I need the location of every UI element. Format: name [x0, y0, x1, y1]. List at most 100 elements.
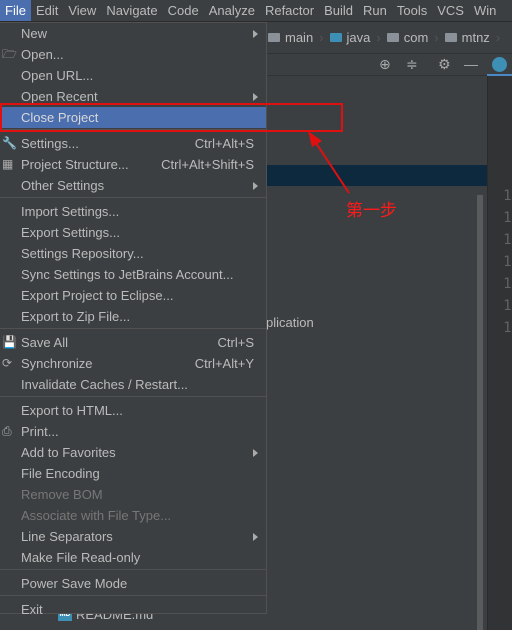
menu-item-export-to-zip-file[interactable]: Export to Zip File... — [0, 306, 266, 327]
menu-item-label: Line Separators — [21, 529, 113, 544]
menu-item-label: Remove BOM — [21, 487, 103, 502]
menu-item-label: Settings Repository... — [21, 246, 144, 261]
menu-item-label: Exit — [21, 602, 43, 617]
breadcrumb: main › java › com › mtnz › — [266, 22, 512, 54]
menu-tools[interactable]: Tools — [392, 0, 432, 21]
folder-icon — [268, 33, 280, 42]
menu-item-label: Open URL... — [21, 68, 94, 83]
breadcrumb-separator: › — [495, 30, 501, 45]
selected-tree-row[interactable] — [266, 165, 487, 186]
shortcut-label: Ctrl+Alt+S — [194, 136, 254, 151]
class-file-icon — [492, 57, 507, 72]
breadcrumb-label: mtnz — [461, 30, 490, 45]
menu-item-line-separators[interactable]: Line Separators — [0, 526, 266, 547]
menu-item-label: New — [21, 26, 48, 41]
menu-win[interactable]: Win — [469, 0, 501, 21]
menu-item-label: Invalidate Caches / Restart... — [21, 377, 188, 392]
menu-view[interactable]: View — [63, 0, 101, 21]
submenu-arrow-icon — [253, 182, 258, 190]
menu-item-label: Make File Read-only — [21, 550, 141, 565]
breadcrumb-separator: › — [434, 30, 439, 45]
menu-item-other-settings[interactable]: Other Settings — [0, 175, 266, 196]
gear-icon[interactable]: ⚙ — [438, 56, 451, 73]
menu-item-label: Export Project to Eclipse... — [21, 288, 174, 303]
scrollbar[interactable] — [477, 195, 483, 630]
menu-item-invalidate-caches-restart[interactable]: Invalidate Caches / Restart... — [0, 374, 266, 395]
menu-item-settings-repository[interactable]: Settings Repository... — [0, 243, 266, 264]
collapse-all-icon[interactable]: ≑ — [406, 56, 418, 73]
shortcut-label: Ctrl+Alt+Shift+S — [161, 157, 254, 172]
tree-item-text[interactable]: plication — [266, 315, 314, 330]
breadcrumb-separator: › — [319, 30, 324, 45]
menu-item-open[interactable]: 🗁 Open... — [0, 44, 266, 65]
folder-icon — [329, 33, 342, 42]
menu-item-new[interactable]: New — [0, 23, 266, 44]
menu-item-add-to-favorites[interactable]: Add to Favorites — [0, 442, 266, 463]
folder-open-icon: 🗁 — [2, 47, 17, 61]
menu-item-sync-settings-to-jetbrains-account[interactable]: Sync Settings to JetBrains Account... — [0, 264, 266, 285]
menu-item-import-settings[interactable]: Import Settings... — [0, 201, 266, 222]
menu-analyze[interactable]: Analyze — [204, 0, 260, 21]
menu-run[interactable]: Run — [358, 0, 392, 21]
menu-item-label: Print... — [21, 424, 59, 439]
menu-item-project-structure[interactable]: ▦ Project Structure... Ctrl+Alt+Shift+S — [0, 154, 266, 175]
menu-item-label: Settings... — [21, 136, 79, 151]
menu-refactor[interactable]: Refactor — [260, 0, 319, 21]
sync-icon: ⟳ — [2, 356, 13, 370]
line-gutter: 1238910111213141718 — [487, 76, 512, 630]
project-toolbar: ⊕ ≑ ⚙ — — [266, 54, 487, 76]
editor-tab[interactable] — [487, 54, 512, 76]
menu-item-label: Power Save Mode — [21, 576, 128, 591]
save-icon: 💾 — [2, 335, 17, 349]
menu-navigate[interactable]: Navigate — [101, 0, 162, 21]
shortcut-label: Ctrl+S — [217, 335, 254, 350]
menu-item-power-save-mode[interactable]: Power Save Mode — [0, 573, 266, 594]
breadcrumb-item[interactable]: com — [386, 30, 428, 45]
annotation-label: 第一步 — [346, 201, 397, 221]
submenu-arrow-icon — [253, 533, 258, 541]
print-icon: ⎙ — [2, 424, 12, 438]
menu-build[interactable]: Build — [319, 0, 358, 21]
menu-item-make-file-read-only[interactable]: Make File Read-only — [0, 547, 266, 568]
menu-edit[interactable]: Edit — [31, 0, 63, 21]
menu-item-synchronize[interactable]: ⟳ Synchronize Ctrl+Alt+Y — [0, 353, 266, 374]
submenu-arrow-icon — [253, 30, 258, 38]
submenu-arrow-icon — [253, 93, 258, 101]
line-number: 18 — [503, 320, 512, 336]
menu-item-open-url[interactable]: Open URL... — [0, 65, 266, 86]
breadcrumb-label: main — [285, 30, 314, 45]
folder-icon — [386, 33, 399, 42]
breadcrumb-separator: › — [376, 30, 381, 45]
line-number: 12 — [503, 232, 512, 248]
menu-bar: File Edit View Navigate Code Analyze Refactor B… — [0, 0, 512, 22]
menu-item-label: File Encoding — [21, 466, 100, 481]
locate-icon[interactable]: ⊕ — [379, 56, 391, 73]
menu-item-label: Add to Favorites — [21, 445, 116, 460]
breadcrumb-item[interactable]: mtnz — [444, 30, 490, 45]
menu-item-associate-with-file-type: Associate with File Type... — [0, 505, 266, 526]
menu-item-print[interactable]: ⎙ Print... — [0, 421, 266, 442]
shortcut-label: Ctrl+Alt+Y — [194, 356, 254, 371]
menu-vcs[interactable]: VCS — [432, 0, 469, 21]
breadcrumb-label: java — [346, 30, 371, 45]
menu-item-label: Project Structure... — [21, 157, 129, 172]
menu-item-file-encoding[interactable]: File Encoding — [0, 463, 266, 484]
menu-item-label: Sync Settings to JetBrains Account... — [21, 267, 234, 282]
menu-item-exit[interactable]: Exit — [0, 599, 266, 620]
menu-file[interactable]: File — [0, 0, 31, 21]
minimize-icon[interactable]: — — [464, 56, 478, 72]
menu-item-export-settings[interactable]: Export Settings... — [0, 222, 266, 243]
breadcrumb-item[interactable]: java — [329, 30, 371, 45]
menu-item-export-project-to-eclipse[interactable]: Export Project to Eclipse... — [0, 285, 266, 306]
menu-item-save-all[interactable]: 💾 Save All Ctrl+S — [0, 332, 266, 353]
breadcrumb-item[interactable]: main — [268, 30, 313, 45]
menu-item-label: Synchronize — [21, 356, 93, 371]
menu-item-label: Import Settings... — [21, 204, 120, 219]
menu-item-label: Save All — [21, 335, 68, 350]
line-number: 10 — [503, 188, 512, 204]
menu-item-settings[interactable]: 🔧 Settings... Ctrl+Alt+S — [0, 133, 266, 154]
submenu-arrow-icon — [253, 449, 258, 457]
menu-code[interactable]: Code — [163, 0, 204, 21]
line-number: 17 — [503, 298, 512, 314]
menu-item-export-to-html[interactable]: Export to HTML... — [0, 400, 266, 421]
